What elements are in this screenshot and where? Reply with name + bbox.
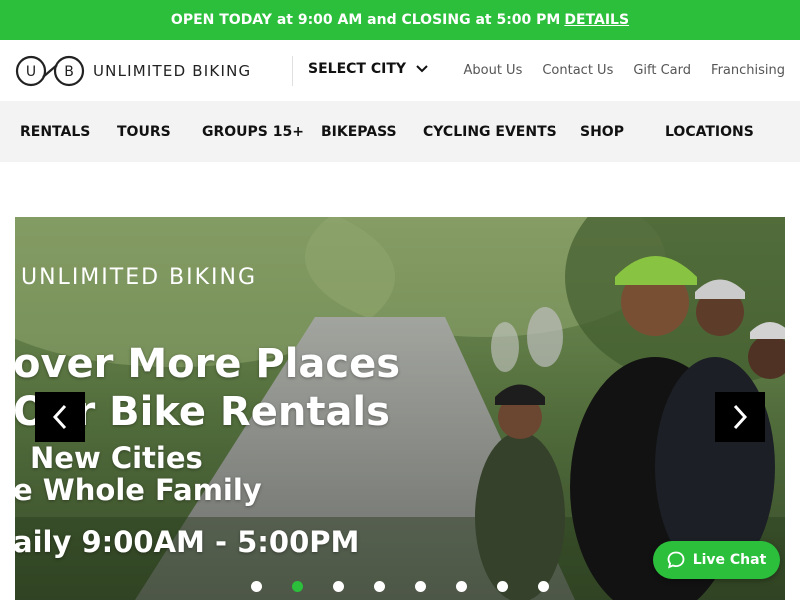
nav-bikepass[interactable]: BIKEPASS: [321, 124, 397, 140]
franchising-link[interactable]: Franchising: [711, 63, 785, 78]
nav-groups[interactable]: GROUPS 15+: [202, 124, 304, 140]
carousel-dot[interactable]: [415, 581, 426, 592]
hero-subline-1: New Cities: [30, 441, 203, 475]
header-divider: [292, 56, 293, 86]
chevron-right-icon: [733, 404, 748, 430]
logo-text: UNLIMITED BIKING: [93, 62, 252, 80]
hero-brand: UNLIMITED BIKING: [21, 265, 258, 290]
carousel-prev-button[interactable]: [35, 392, 85, 442]
select-city-label: SELECT CITY: [308, 61, 406, 77]
svg-text:U: U: [26, 64, 36, 80]
hero-headline-1: over More Places: [15, 341, 401, 387]
svg-text:B: B: [64, 64, 74, 80]
utility-links: About Us Contact Us Gift Card Franchisin…: [463, 63, 785, 78]
nav-rentals[interactable]: RENTALS: [20, 124, 90, 140]
logo[interactable]: U B UNLIMITED BIKING: [15, 55, 251, 87]
carousel-next-button[interactable]: [715, 392, 765, 442]
nav-cycling-events[interactable]: CYCLING EVENTS: [423, 124, 557, 140]
live-chat-label: Live Chat: [692, 552, 767, 568]
announcement-bar: OPEN TODAY at 9:00 AM and CLOSING at 5:0…: [0, 0, 800, 40]
announcement-text: OPEN TODAY at 9:00 AM and CLOSING at 5:0…: [170, 12, 561, 28]
nav-locations[interactable]: LOCATIONS: [665, 124, 754, 140]
carousel-dot[interactable]: [538, 581, 549, 592]
carousel-dot[interactable]: [251, 581, 262, 592]
carousel-dot[interactable]: [333, 581, 344, 592]
live-chat-button[interactable]: Live Chat: [653, 541, 780, 579]
site-header: U B UNLIMITED BIKING SELECT CITY About U…: [0, 40, 800, 102]
chevron-left-icon: [52, 404, 67, 430]
carousel-dot-active[interactable]: [292, 581, 303, 592]
details-link[interactable]: DETAILS: [564, 12, 629, 28]
contact-us-link[interactable]: Contact Us: [542, 63, 613, 78]
hero-hours: aily 9:00AM - 5:00PM: [15, 525, 360, 559]
carousel-dot[interactable]: [374, 581, 385, 592]
hero-subline-2: e Whole Family: [15, 473, 262, 507]
carousel-dots: [251, 581, 549, 592]
chevron-down-icon: [416, 65, 428, 73]
gift-card-link[interactable]: Gift Card: [633, 63, 691, 78]
main-nav: RENTALS TOURS GROUPS 15+ BIKEPASS CYCLIN…: [0, 101, 800, 162]
nav-shop[interactable]: SHOP: [580, 124, 624, 140]
nav-tours[interactable]: TOURS: [117, 124, 171, 140]
select-city-button[interactable]: SELECT CITY: [308, 61, 428, 77]
carousel-dot[interactable]: [497, 581, 508, 592]
about-us-link[interactable]: About Us: [463, 63, 522, 78]
chat-bubble-icon: [667, 551, 685, 569]
logo-mark-icon: U B: [15, 55, 85, 87]
carousel-dot[interactable]: [456, 581, 467, 592]
